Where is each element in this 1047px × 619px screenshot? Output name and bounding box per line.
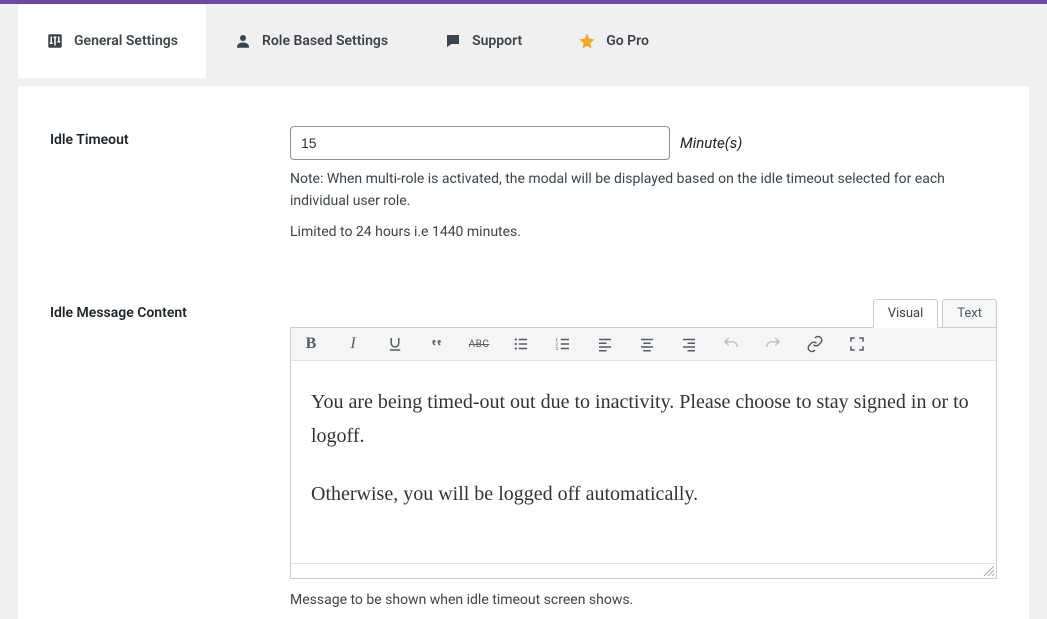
idle-timeout-note-2: Limited to 24 hours i.e 1440 minutes. bbox=[290, 221, 997, 243]
align-left-button[interactable] bbox=[595, 334, 615, 354]
svg-text:3: 3 bbox=[556, 346, 559, 351]
bullet-list-button[interactable] bbox=[511, 334, 531, 354]
fullscreen-button[interactable] bbox=[847, 334, 867, 354]
tab-label: Role Based Settings bbox=[262, 33, 388, 49]
message-paragraph-2: Otherwise, you will be logged off automa… bbox=[311, 477, 976, 511]
settings-panel: Idle Timeout Minute(s) Note: When multi-… bbox=[18, 86, 1029, 619]
underline-button[interactable] bbox=[385, 334, 405, 354]
tab-role-based-settings[interactable]: Role Based Settings bbox=[206, 4, 416, 78]
numbered-list-button[interactable]: 123 bbox=[553, 334, 573, 354]
tab-label: Go Pro bbox=[606, 33, 649, 49]
italic-button[interactable]: I bbox=[343, 334, 363, 354]
sliders-icon bbox=[46, 32, 64, 50]
person-icon bbox=[234, 32, 252, 50]
idle-message-label: Idle Message Content bbox=[50, 299, 290, 321]
idle-timeout-note-1: Note: When multi-role is activated, the … bbox=[290, 168, 997, 213]
bold-button[interactable]: B bbox=[301, 334, 321, 354]
idle-timeout-label: Idle Timeout bbox=[50, 126, 290, 148]
row-idle-timeout: Idle Timeout Minute(s) Note: When multi-… bbox=[50, 126, 997, 243]
blockquote-button[interactable] bbox=[427, 334, 447, 354]
align-right-button[interactable] bbox=[679, 334, 699, 354]
idle-message-description: Message to be shown when idle timeout sc… bbox=[290, 589, 997, 611]
undo-button[interactable] bbox=[721, 334, 741, 354]
link-button[interactable] bbox=[805, 334, 825, 354]
editor-statusbar bbox=[291, 563, 996, 578]
editor-mode-tabs: Visual Text bbox=[290, 299, 997, 327]
tab-general-settings[interactable]: General Settings bbox=[18, 4, 206, 78]
rich-text-editor: B I ABC 123 bbox=[290, 327, 997, 579]
align-center-button[interactable] bbox=[637, 334, 657, 354]
row-idle-message: Idle Message Content Visual Text B I bbox=[50, 299, 997, 611]
message-paragraph-1: You are being timed-out out due to inact… bbox=[311, 385, 976, 453]
chat-icon bbox=[444, 32, 462, 50]
resize-handle-icon[interactable] bbox=[982, 564, 994, 576]
strikethrough-button[interactable]: ABC bbox=[469, 334, 489, 354]
tab-label: General Settings bbox=[74, 33, 178, 49]
tab-go-pro[interactable]: Go Pro bbox=[550, 4, 677, 78]
tab-support[interactable]: Support bbox=[416, 4, 550, 78]
star-icon bbox=[578, 32, 596, 50]
editor-content-area[interactable]: You are being timed-out out due to inact… bbox=[291, 361, 996, 563]
editor-tab-visual[interactable]: Visual bbox=[873, 299, 939, 328]
tab-label: Support bbox=[472, 33, 522, 49]
idle-timeout-input[interactable] bbox=[290, 126, 670, 160]
editor-toolbar: B I ABC 123 bbox=[291, 328, 996, 361]
idle-timeout-unit: Minute(s) bbox=[680, 134, 742, 152]
tab-strip: General Settings Role Based Settings Sup… bbox=[0, 0, 1047, 78]
redo-button[interactable] bbox=[763, 334, 783, 354]
editor-tab-text[interactable]: Text bbox=[942, 299, 997, 327]
